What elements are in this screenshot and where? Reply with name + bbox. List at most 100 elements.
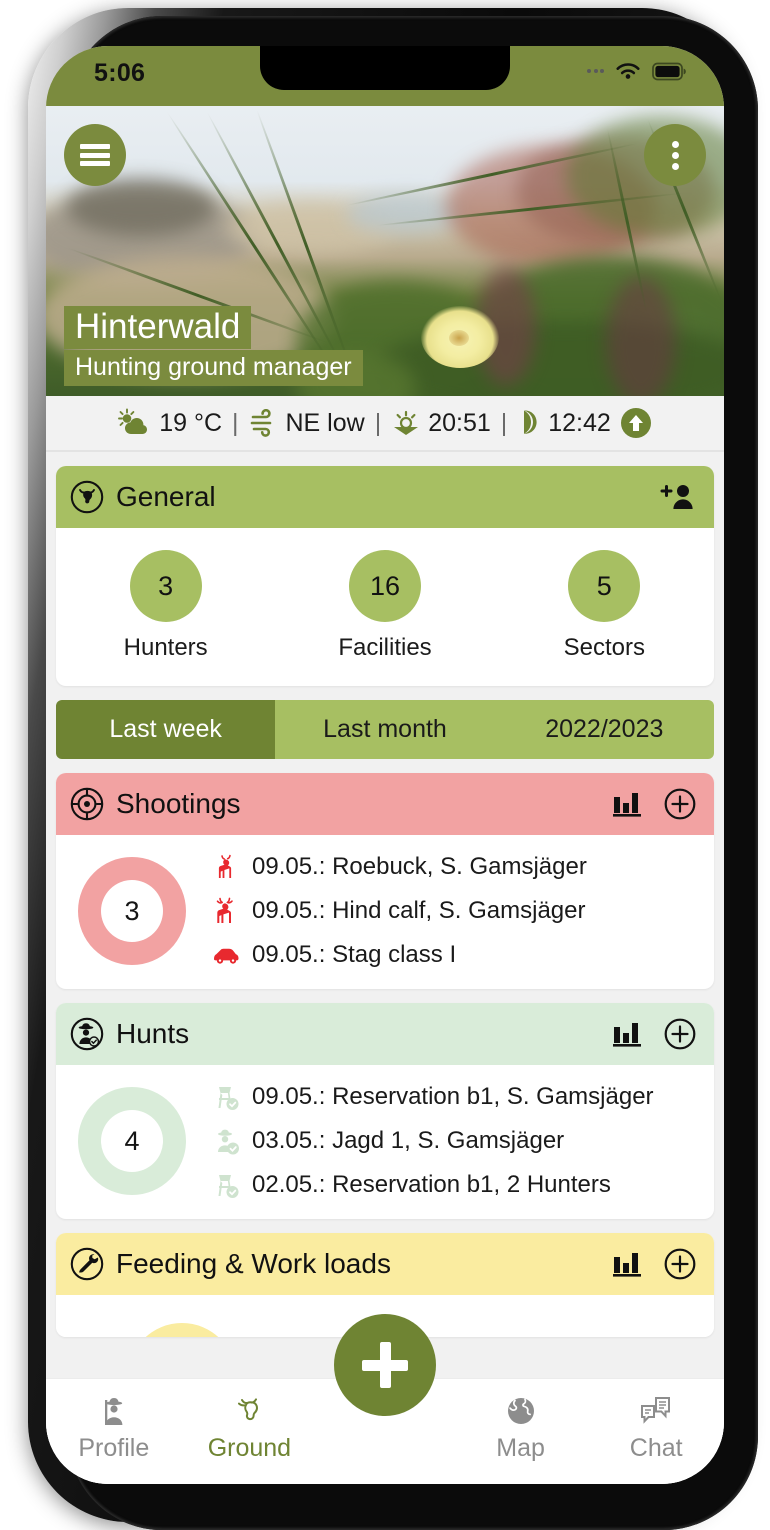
list-item[interactable]: 03.05.: Jagd 1, S. Gamsjäger [212,1127,698,1155]
status-time: 5:06 [94,59,146,87]
stat-hunters[interactable]: 3 Hunters [56,550,275,662]
nav-label-ground: Ground [207,1434,292,1462]
shootings-body: 3 09.05.: Roebuck, S. Gamsjäger 09.05.: … [56,835,714,989]
list-item[interactable]: 09.05.: Hind calf, S. Gamsjäger [212,897,698,925]
plus-circle-icon[interactable] [664,1018,696,1050]
list-item-text: 02.05.: Reservation b1, 2 Hunters [252,1171,611,1198]
nav-item-ground[interactable]: Ground [182,1395,318,1463]
bar-chart-icon[interactable] [612,789,642,819]
weather-sunset: 20:51 [391,408,491,438]
list-item-text: 09.05.: Hind calf, S. Gamsjäger [252,897,586,924]
hunts-entries: 09.05.: Reservation b1, S. Gamsjäger 03.… [194,1083,698,1199]
weather-bar: 19 °C | NE low | 20:51 | 12:42 [46,396,724,452]
bar-chart-icon[interactable] [612,1249,642,1279]
hunts-card: Hunts 4 09.05.: Reservation b1, S. Gamsj… [56,1003,714,1219]
nav-item-chat[interactable]: Chat [588,1395,724,1463]
nav-label-chat: Chat [629,1434,683,1462]
sunset-icon [394,410,419,435]
list-item[interactable]: 09.05.: Reservation b1, S. Gamsjäger [212,1083,698,1111]
hunts-title: Hunts [116,1018,190,1049]
wrench-circle-icon [70,1247,104,1281]
chat-icon [641,1397,671,1424]
deer-head-circle-icon [70,480,104,514]
sun-cloud-icon [118,408,148,434]
stat-sectors[interactable]: 5 Sectors [495,550,714,662]
flower [421,306,499,368]
signal-dots-icon [587,69,604,73]
list-item[interactable]: 09.05.: Stag class I [212,941,698,969]
arrow-up-circle-icon[interactable] [620,407,652,439]
hunter-check-icon [212,1127,242,1155]
shootings-count-ring: 3 [78,857,186,965]
feeding-card-header: Feeding & Work loads [56,1233,714,1295]
bar-chart-icon[interactable] [612,1019,642,1049]
hunts-tools [612,1018,696,1050]
general-card: General 3 Hunters 16 Facilities 5 Sector… [56,466,714,686]
high-seat-check-icon [212,1171,242,1199]
general-card-header: General [56,466,714,528]
weather-temperature: 19 °C [118,408,222,438]
stat-facilities-label: Facilities [338,634,432,661]
tab-season[interactable]: 2022/2023 [494,700,714,759]
notch [260,46,510,90]
battery-full-icon [652,62,686,80]
weather-separator-3: | [500,408,508,437]
hamburger-menu-icon[interactable] [64,124,126,186]
list-item-text: 09.05.: Stag class I [252,941,457,968]
hunts-count: 4 [101,1110,163,1172]
moon-value: 12:42 [548,408,611,437]
hunter-check-circle-icon [70,1017,104,1051]
shootings-card: Shootings 3 09.05.: Roebuck, S. Gamsjäge… [56,773,714,989]
high-seat-check-icon [212,1083,242,1111]
nav-item-profile[interactable]: Profile [46,1395,182,1463]
page-title: Hinterwald [64,305,252,349]
page-subtitle: Hunting ground manager [64,350,363,386]
add-person-icon[interactable] [660,482,696,512]
shootings-title: Shootings [116,788,241,819]
feeding-count-ring [128,1323,236,1337]
more-vertical-icon[interactable] [644,124,706,186]
stat-sectors-value: 5 [568,550,641,622]
hunter-icon [104,1398,123,1425]
hunts-count-ring: 4 [78,1087,186,1195]
period-segmented-control[interactable]: Last week Last month 2022/2023 [56,700,714,759]
hunts-card-header: Hunts [56,1003,714,1065]
wind-value: NE low [285,408,365,437]
sunset-value: 20:51 [428,408,491,437]
hero-banner: Hinterwald Hunting ground manager [46,106,724,396]
status-bar: 5:06 [46,46,724,106]
plus-circle-icon[interactable] [664,788,696,820]
weather-separator-1: | [232,408,239,437]
plus-circle-icon[interactable] [664,1248,696,1280]
crosshair-icon [70,787,104,821]
stat-facilities[interactable]: 16 Facilities [275,550,494,662]
add-button-fab[interactable] [334,1314,436,1416]
general-tools [660,482,696,512]
shootings-count: 3 [101,880,163,942]
hunts-body: 4 09.05.: Reservation b1, S. Gamsjäger 0… [56,1065,714,1219]
list-item-text: 03.05.: Jagd 1, S. Gamsjäger [252,1127,565,1154]
globe-icon [507,1398,534,1424]
tab-last-month[interactable]: Last month [275,700,495,759]
nav-item-map[interactable]: Map [453,1395,589,1463]
car-icon [212,945,242,965]
nav-label-map: Map [496,1434,545,1462]
list-item[interactable]: 09.05.: Roebuck, S. Gamsjäger [212,853,698,881]
shootings-tools [612,788,696,820]
wind-icon [250,409,271,437]
feeding-tools [612,1248,696,1280]
list-item[interactable]: 02.05.: Reservation b1, 2 Hunters [212,1171,698,1199]
weather-moon: 12:42 [517,408,611,438]
nav-label-profile: Profile [78,1434,150,1462]
stat-sectors-label: Sectors [563,634,645,661]
status-indicators [587,60,686,82]
feeding-title: Feeding & Work loads [116,1248,391,1279]
shootings-card-header: Shootings [56,773,714,835]
tab-last-week[interactable]: Last week [56,700,276,759]
wifi-icon [616,63,640,79]
deer-head-icon [238,1398,259,1421]
weather-wind: NE low [249,409,365,438]
list-item-text: 09.05.: Roebuck, S. Gamsjäger [252,853,587,880]
general-stats: 3 Hunters 16 Facilities 5 Sectors [56,528,714,686]
hero-titles: Hinterwald Hunting ground manager [64,305,363,386]
